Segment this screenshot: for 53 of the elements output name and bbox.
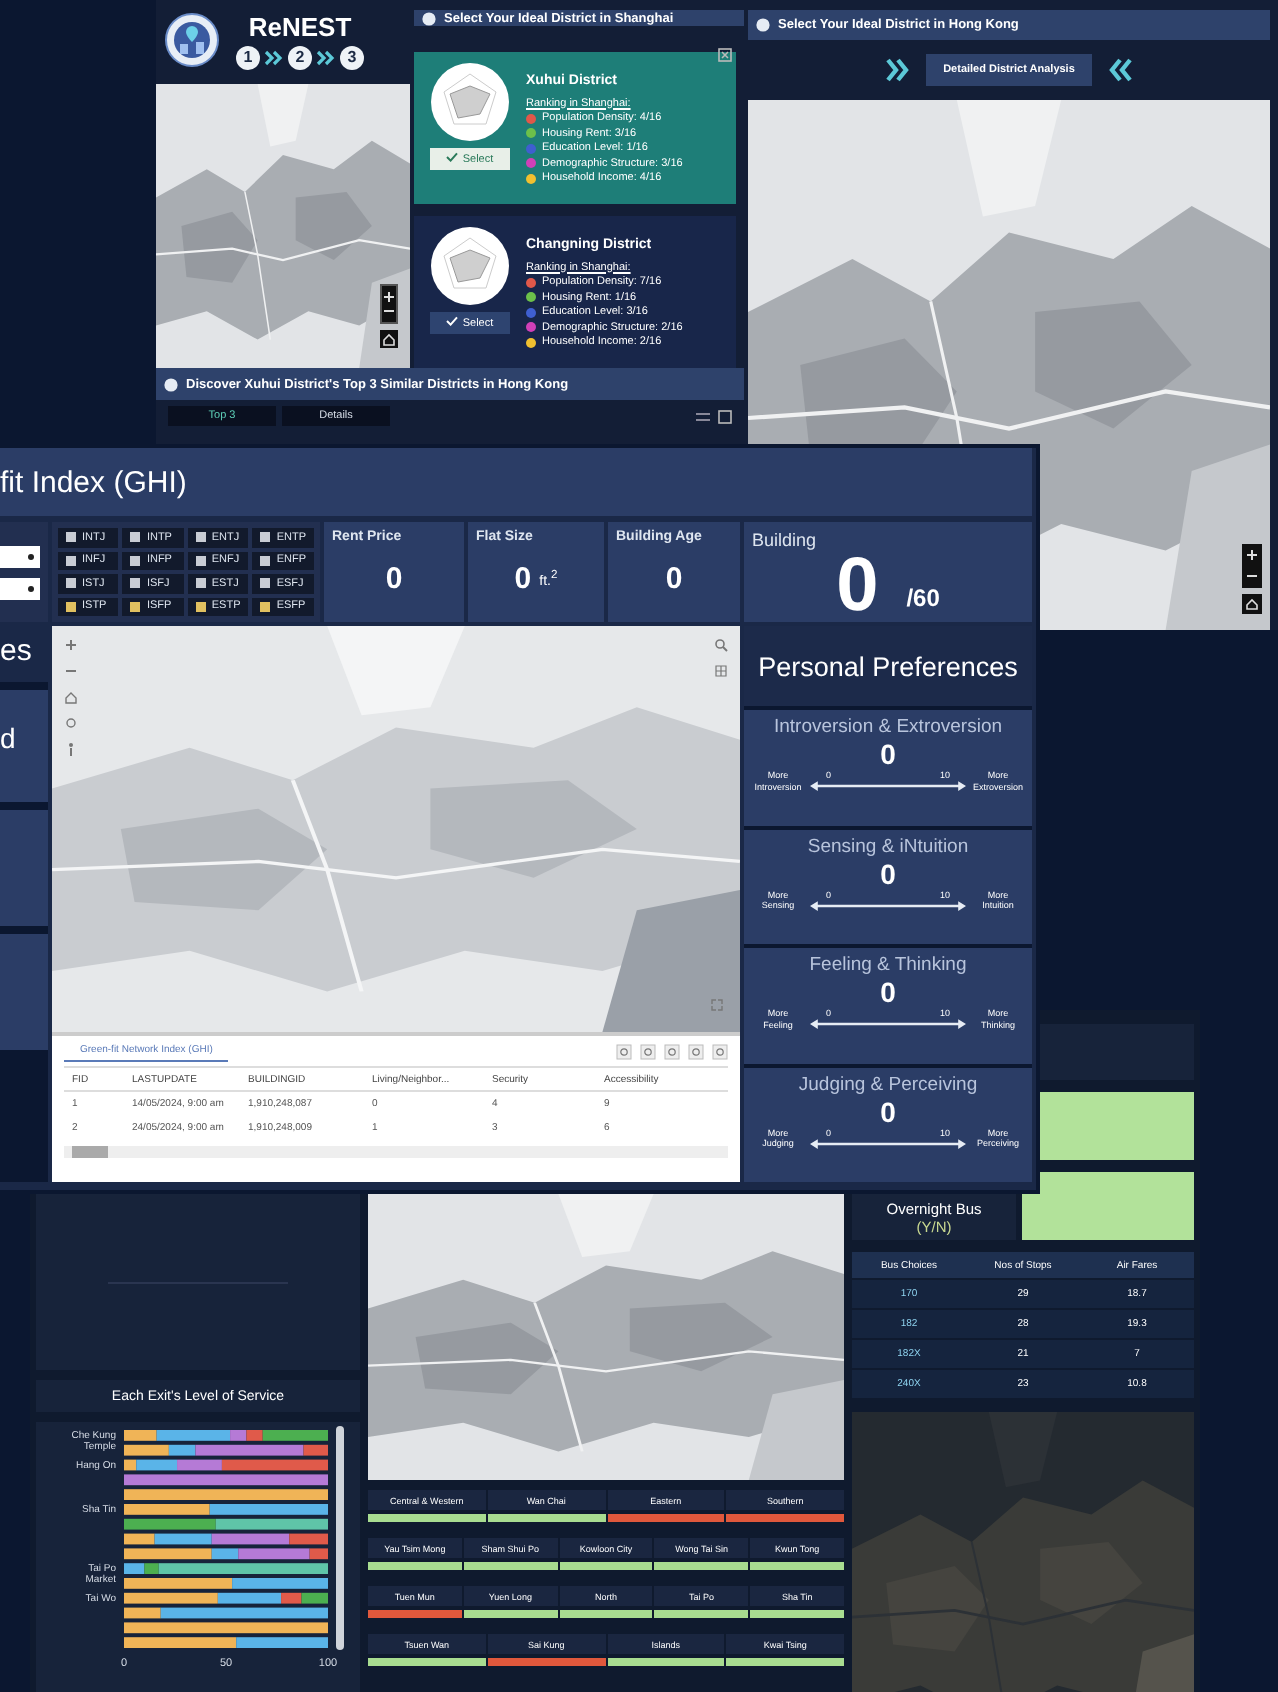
scrollbar[interactable] <box>336 1426 344 1650</box>
info-icon <box>422 11 436 25</box>
check-icon <box>446 316 459 326</box>
scale-title: Sensing & iNtuition <box>807 835 969 857</box>
chevron-icon <box>1108 58 1133 82</box>
step-number[interactable]: 2 <box>288 45 312 69</box>
stat-value: 0 <box>514 562 532 596</box>
scale-value: 0 <box>880 1095 896 1127</box>
stat-label: Building <box>752 530 819 550</box>
logo-icon <box>164 12 220 68</box>
double-arrow-icon <box>810 780 966 792</box>
window-title: fit Index (GHI) <box>0 448 1032 516</box>
zoom-out-icon[interactable] <box>382 304 396 318</box>
double-arrow-icon <box>810 1137 966 1149</box>
chevron-icon <box>264 49 284 65</box>
scale-title: Judging & Perceiving <box>798 1073 978 1095</box>
input-field[interactable] <box>0 577 40 599</box>
dot-icon <box>28 553 34 559</box>
home-icon[interactable] <box>1242 594 1262 614</box>
locate-icon[interactable] <box>64 716 78 730</box>
stat-value: 0 <box>665 562 683 596</box>
step-number[interactable]: 1 <box>236 45 260 69</box>
chevron-icon <box>885 58 910 82</box>
info-icon <box>164 377 178 391</box>
dot-icon <box>28 585 34 591</box>
scale-value: 0 <box>880 976 896 1008</box>
double-arrow-icon <box>810 1018 966 1030</box>
chevron-icon <box>316 49 336 65</box>
close-icon[interactable] <box>718 48 732 62</box>
scale-title: Feeling & Thinking <box>809 954 967 976</box>
search-icon[interactable] <box>714 638 728 652</box>
expand-icon[interactable] <box>718 409 732 423</box>
info-icon <box>756 18 770 32</box>
scale-value: 0 <box>880 857 896 889</box>
stat-value: 0 <box>836 550 879 622</box>
stat-total: /60 <box>906 584 940 612</box>
double-arrow-icon <box>810 899 966 911</box>
radar-chart-drawing <box>430 62 510 142</box>
app-name: ReNEST <box>248 11 352 41</box>
scale-title: Introversion & Extroversion <box>773 716 1003 738</box>
panel-text: d <box>0 690 48 802</box>
section-title: Personal Preferences <box>744 626 1032 706</box>
stat-value: 0 <box>385 562 403 596</box>
scale-value: 0 <box>880 738 896 770</box>
panel-text: es <box>0 626 48 682</box>
input-field[interactable] <box>0 545 40 567</box>
list-icon[interactable] <box>696 409 710 423</box>
grid-icon[interactable] <box>714 664 728 678</box>
radar-chart-drawing <box>430 226 510 306</box>
scrollbar[interactable] <box>72 1146 108 1158</box>
zoom-control-icon[interactable] <box>1242 544 1262 588</box>
step-number[interactable]: 3 <box>340 45 364 69</box>
check-icon <box>446 152 459 162</box>
